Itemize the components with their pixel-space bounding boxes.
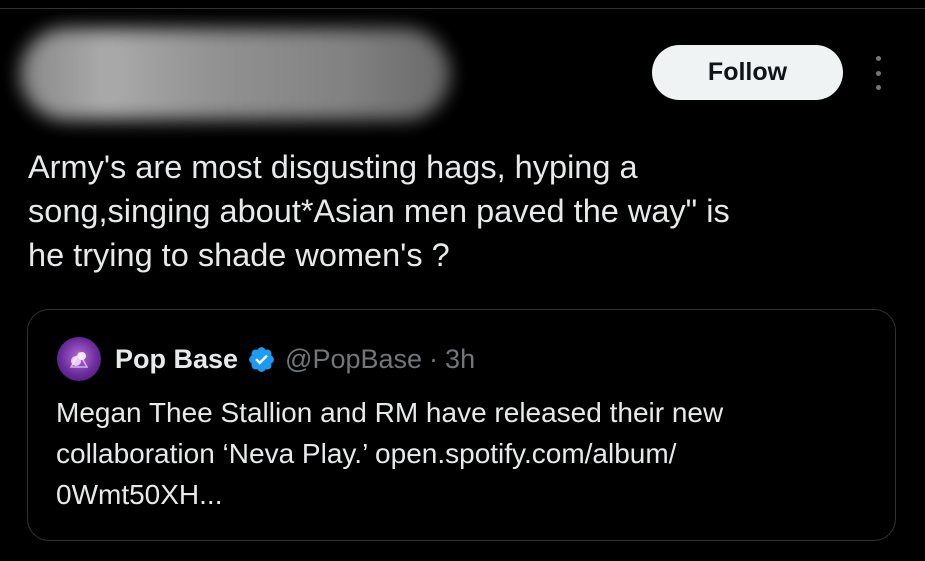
pop-base-logo-icon — [69, 351, 89, 368]
quoted-post-text-line: collaboration ‘Neva Play.’ open.spotify.… — [56, 438, 677, 469]
avatar[interactable] — [57, 337, 101, 381]
quoted-post-header: Pop Base @PopBase · 3h — [57, 335, 475, 383]
quoted-post-card[interactable]: Pop Base @PopBase · 3h Megan Thee Stalli… — [27, 309, 896, 541]
more-dots-vertical-icon[interactable] — [868, 56, 888, 90]
blurred-user-info — [20, 28, 450, 120]
quoted-post-text: Megan Thee Stallion and RM have released… — [56, 392, 876, 515]
quoted-post-text-line: Megan Thee Stallion and RM have released… — [56, 397, 724, 428]
top-divider — [0, 8, 925, 9]
post-text: Army's are most disgusting hags, hyping … — [28, 145, 908, 277]
quoted-post-timestamp[interactable]: 3h — [445, 344, 475, 375]
quoted-author-handle[interactable]: @PopBase — [285, 344, 422, 375]
post-text-line: song,singing about*Asian men paved the w… — [28, 193, 730, 229]
follow-button[interactable]: Follow — [652, 45, 843, 100]
separator-dot: · — [429, 343, 439, 374]
post-text-line: Army's are most disgusting hags, hyping … — [28, 149, 638, 185]
quoted-post-text-line: 0Wmt50XH... — [56, 479, 223, 510]
post-text-line: he trying to shade women's ? — [28, 237, 450, 273]
verified-badge-icon — [249, 346, 274, 372]
quoted-author-name[interactable]: Pop Base — [115, 344, 238, 375]
